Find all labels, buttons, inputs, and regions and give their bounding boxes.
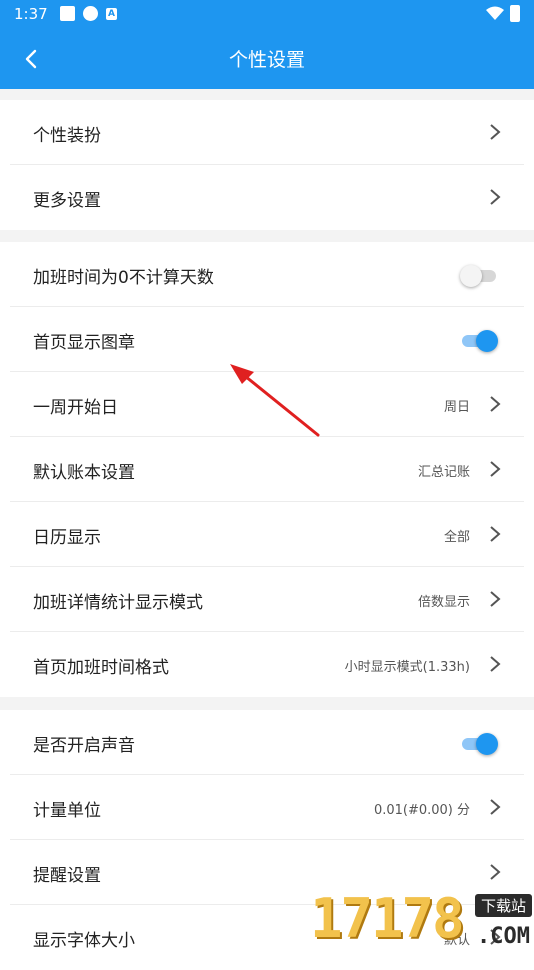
chevron-right-icon bbox=[490, 189, 501, 205]
setting-row-overtime-zero[interactable]: 加班时间为0不计算天数 bbox=[10, 242, 524, 307]
chevron-right-icon bbox=[490, 461, 501, 477]
app-header: 个性设置 bbox=[0, 28, 534, 89]
page-title: 个性设置 bbox=[228, 49, 305, 71]
setting-label: 一周开始日 bbox=[33, 398, 118, 418]
settings-group-appearance: 个性装扮 更多设置 bbox=[0, 100, 534, 230]
chevron-right-icon bbox=[490, 124, 501, 140]
setting-label: 提醒设置 bbox=[33, 866, 101, 886]
setting-label: 是否开启声音 bbox=[33, 736, 135, 756]
setting-value: 汇总记账 bbox=[417, 465, 470, 480]
setting-row-more-settings[interactable]: 更多设置 bbox=[10, 165, 524, 230]
setting-value: 0.01(#0.00) 分 bbox=[373, 803, 470, 818]
setting-value: 周日 bbox=[443, 400, 470, 415]
setting-row-sound[interactable]: 是否开启声音 bbox=[10, 710, 524, 775]
setting-label: 日历显示 bbox=[33, 528, 101, 548]
setting-row-calendar-display[interactable]: 日历显示 全部 bbox=[10, 502, 524, 567]
watermark-domain: .COM bbox=[477, 924, 530, 949]
setting-row-home-time-format[interactable]: 首页加班时间格式 小时显示模式(1.33h) bbox=[10, 632, 524, 697]
setting-label: 显示字体大小 bbox=[33, 931, 135, 951]
setting-label: 首页显示图章 bbox=[33, 333, 135, 353]
home-stamp-toggle[interactable] bbox=[460, 329, 498, 352]
chevron-right-icon bbox=[490, 396, 501, 412]
setting-value: 小时显示模式(1.33h) bbox=[344, 660, 470, 675]
watermark-digits: 17178 bbox=[310, 887, 465, 950]
setting-label: 计量单位 bbox=[33, 801, 101, 821]
overtime-zero-toggle[interactable] bbox=[460, 264, 498, 287]
setting-row-overtime-stats-mode[interactable]: 加班详情统计显示模式 倍数显示 bbox=[10, 567, 524, 632]
setting-value: 倍数显示 bbox=[417, 595, 470, 610]
setting-row-personal-dressup[interactable]: 个性装扮 bbox=[10, 100, 524, 165]
notification-square-icon bbox=[60, 6, 75, 21]
status-time: 1:37 bbox=[14, 5, 48, 23]
notification-app-icon bbox=[83, 6, 98, 21]
setting-label: 更多设置 bbox=[33, 191, 101, 211]
settings-group-display: 加班时间为0不计算天数 首页显示图章 一周开始日 周日 默认账本设置 汇总记账 … bbox=[0, 242, 534, 697]
watermark-label: 下载站 bbox=[474, 894, 532, 917]
setting-value: 全部 bbox=[443, 530, 470, 545]
setting-row-unit[interactable]: 计量单位 0.01(#0.00) 分 bbox=[10, 775, 524, 840]
setting-label: 首页加班时间格式 bbox=[33, 658, 169, 678]
setting-label: 个性装扮 bbox=[33, 126, 101, 146]
setting-label: 加班详情统计显示模式 bbox=[33, 593, 203, 613]
chevron-right-icon bbox=[490, 526, 501, 542]
notification-a-icon: A bbox=[106, 8, 117, 20]
setting-label: 默认账本设置 bbox=[33, 463, 135, 483]
setting-row-default-ledger[interactable]: 默认账本设置 汇总记账 bbox=[10, 437, 524, 502]
chevron-right-icon bbox=[490, 591, 501, 607]
sound-toggle[interactable] bbox=[460, 732, 498, 755]
watermark-logo: 17178 下载站 .COM bbox=[310, 888, 534, 950]
status-bar: 1:37 A bbox=[0, 0, 534, 28]
chevron-right-icon bbox=[490, 864, 501, 880]
notification-icons: A bbox=[60, 6, 117, 21]
setting-label: 加班时间为0不计算天数 bbox=[33, 268, 214, 288]
annotation-arrow-icon bbox=[230, 364, 320, 437]
battery-icon bbox=[510, 5, 520, 22]
chevron-right-icon bbox=[490, 656, 501, 672]
wifi-icon bbox=[486, 6, 504, 20]
chevron-right-icon bbox=[490, 799, 501, 815]
